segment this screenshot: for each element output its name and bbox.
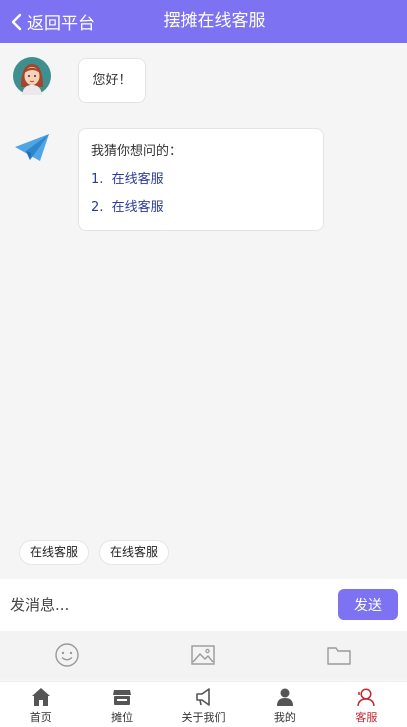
user-icon bbox=[276, 688, 293, 706]
attachment-toolbar bbox=[0, 631, 407, 679]
emoji-icon[interactable] bbox=[54, 642, 80, 668]
home-icon bbox=[31, 688, 50, 706]
tab-home[interactable]: 首页 bbox=[0, 682, 81, 727]
tab-label: 关于我们 bbox=[181, 711, 226, 724]
suggestion-bubble: 我猜你想问的： 1. 在线客服 2. 在线客服 bbox=[78, 128, 324, 231]
quick-reply-chip[interactable]: 在线客服 bbox=[99, 540, 170, 565]
page-title: 摆摊在线客服 bbox=[163, 11, 266, 31]
stall-icon bbox=[113, 690, 132, 705]
quick-reply-chip[interactable]: 在线客服 bbox=[19, 540, 90, 565]
bottom-tab-bar: 首页 摊位 关于我们 我的 客服 bbox=[0, 681, 407, 727]
tab-label: 摊位 bbox=[111, 711, 134, 724]
send-button[interactable]: 发送 bbox=[338, 589, 398, 620]
tab-stall[interactable]: 摊位 bbox=[81, 682, 162, 727]
greeting-bubble: 您好！ bbox=[78, 58, 146, 103]
folder-icon[interactable] bbox=[326, 642, 352, 668]
image-icon[interactable] bbox=[190, 642, 216, 668]
suggestion-link[interactable]: 1. 在线客服 bbox=[91, 172, 311, 188]
paper-plane-icon bbox=[15, 134, 49, 161]
tab-mine[interactable]: 我的 bbox=[244, 682, 325, 727]
tab-label: 客服 bbox=[355, 711, 378, 724]
megaphone-icon bbox=[195, 688, 210, 706]
suggestion-title: 我猜你想问的： bbox=[91, 144, 183, 159]
tab-label: 首页 bbox=[29, 711, 52, 724]
agent-avatar bbox=[13, 57, 51, 95]
suggestion-link[interactable]: 2. 在线客服 bbox=[91, 200, 311, 216]
message-input[interactable] bbox=[10, 591, 330, 619]
tab-label: 我的 bbox=[273, 711, 296, 724]
tab-service[interactable]: 客服 bbox=[326, 682, 407, 727]
top-bar: 返回平台 摆摊在线客服 bbox=[0, 0, 407, 43]
tab-about[interactable]: 关于我们 bbox=[163, 682, 244, 727]
quick-reply-chips: 在线客服 在线客服 bbox=[0, 540, 407, 568]
chat-area: 您好！ 我猜你想问的： 1. 在线客服 2. 在线客服 bbox=[0, 43, 407, 536]
service-icon bbox=[357, 688, 376, 707]
message-bar: 发送 bbox=[0, 579, 407, 631]
